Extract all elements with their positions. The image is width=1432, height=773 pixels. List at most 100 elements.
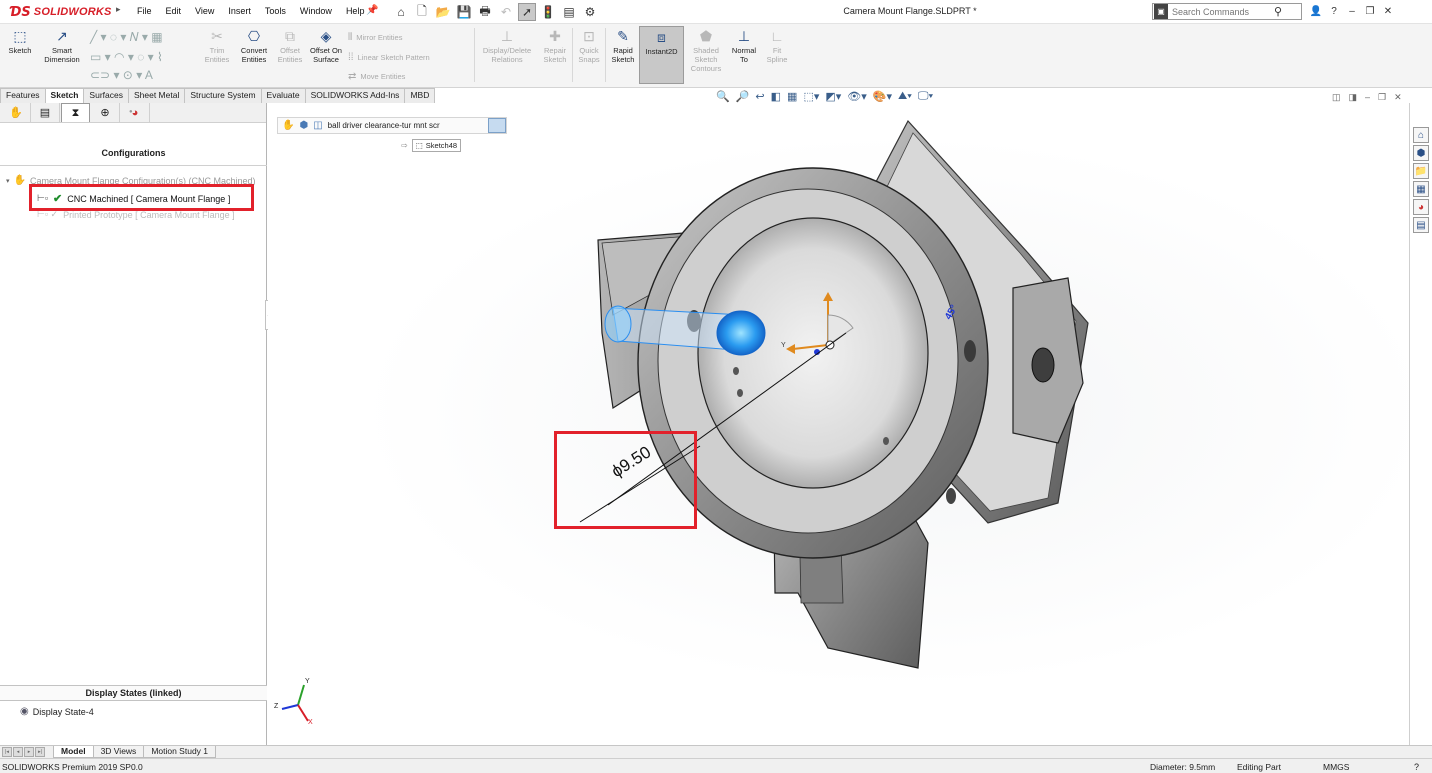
user-icon[interactable]: 👤 [1308,3,1324,19]
status-help-icon[interactable]: ? [1414,762,1419,772]
solidworks-logo[interactable]: ƊS SOLIDWORKS [10,4,112,20]
close-icon[interactable]: ✕ [1380,3,1396,19]
zoom-to-area-icon[interactable]: 🔎 [736,90,750,103]
tab-mbd[interactable]: MBD [404,88,436,103]
search-scope-icon[interactable]: ▣ [1154,4,1168,19]
last-tab-icon[interactable]: ▸| [35,747,45,757]
display-delete-relations-button[interactable]: ⊥ Display/Delete Relations [478,26,536,65]
tab-3d-views[interactable]: 3D Views [92,746,145,758]
logo-menu-arrow-icon[interactable]: ▸ [116,4,121,15]
tab-solidworks-add-ins[interactable]: SOLIDWORKS Add-Ins [304,88,406,103]
file-explorer-icon[interactable]: 📁 [1413,163,1429,179]
tile-left-icon[interactable]: ◫ [1332,92,1341,103]
normal-to-button[interactable]: ⊥ Normal To [728,26,760,65]
part-icon[interactable]: ✋ [282,120,294,131]
options-gear-icon[interactable]: ⚙ [581,3,599,21]
rectangle-icon[interactable]: ▭ ▾ ◠ ▾ ◌ ▾ ⌇ [90,50,163,64]
search-input[interactable] [1172,6,1272,17]
pin-menu-icon[interactable]: 📌 [366,5,378,16]
tab-sheet-metal[interactable]: Sheet Metal [127,88,186,103]
tab-sketch[interactable]: Sketch [44,88,85,103]
rebuild-traffic-light-icon[interactable]: 🚦 [539,3,557,21]
graphics-area[interactable]: ✋ ⬢ ◫ ball driver clearance-tur mnt scr … [268,103,1409,745]
help-icon[interactable]: ? [1326,3,1342,19]
viewport-close-icon[interactable]: ✕ [1394,92,1402,103]
undo-icon[interactable]: ↶ [497,3,515,21]
minimize-icon[interactable]: – [1344,3,1360,19]
tab-surfaces[interactable]: Surfaces [83,88,129,103]
body-icon[interactable]: ⬢ [299,120,308,131]
linear-sketch-pattern-button[interactable]: ⁞⁞ Linear Sketch Pattern [348,52,430,63]
line-icon[interactable]: ╱ ▾ ◌ ▾ 𝑁 ▾ ▦ [90,30,163,45]
repair-sketch-button[interactable]: ✚ Repair Sketch [538,26,572,65]
fit-spline-button[interactable]: ∟ Fit Spline [762,26,792,65]
move-entities-button[interactable]: ⇄ Move Entities [348,71,405,82]
view-settings-icon[interactable]: 🖵▾ [918,90,933,103]
offset-on-surface-button[interactable]: ◈ Offset On Surface [308,26,344,65]
dimxpert-manager-tab[interactable]: ⊕ [91,103,120,122]
collapse-toggle-icon[interactable]: ▾ [6,177,10,185]
edit-appearance-icon[interactable]: 🎨▾ [873,90,892,103]
breadcrumb-feature[interactable]: ball driver clearance-tur mnt scr [328,121,440,130]
view-palette-icon[interactable]: ▦ [1413,181,1429,197]
trim-entities-button[interactable]: ✂ Trim Entities [200,26,234,65]
tab-motion-study-1[interactable]: Motion Study 1 [143,746,217,758]
dynamic-annotation-icon[interactable]: ▦ [787,90,797,103]
print-icon[interactable]: 🖶 [476,3,494,21]
sketch48-crumb[interactable]: ⬚ Sketch48 [411,139,462,152]
next-tab-icon[interactable]: ▸ [24,747,34,757]
tab-features[interactable]: Features [0,88,46,103]
select-pointer-icon[interactable]: ➚ [518,3,536,21]
display-style-icon[interactable]: ◩▾ [825,90,841,103]
convert-entities-button[interactable]: ⎔ Convert Entities [236,26,272,65]
restore-icon[interactable]: ❐ [1362,3,1378,19]
apply-scene-icon[interactable]: ⛰▾ [898,90,912,103]
slot-icon[interactable]: ⊂⊃ ▾ ⊙ ▾ A [90,68,153,82]
open-document-icon[interactable]: 📂 [434,3,452,21]
section-view-icon[interactable]: ◧ [771,90,781,103]
prev-tab-icon[interactable]: ◂ [13,747,23,757]
cut-feature-icon[interactable]: ◫ [313,120,322,131]
home-icon[interactable]: ⌂ [392,3,410,21]
file-properties-icon[interactable]: ▤ [560,3,578,21]
smart-dimension-button[interactable]: ↗ Smart Dimension [40,26,84,65]
configuration-manager-tab[interactable]: ⧗ [61,103,90,122]
menu-file[interactable]: File [130,6,159,16]
tile-right-icon[interactable]: ◨ [1349,92,1358,103]
previous-view-icon[interactable]: ↩ [755,90,764,103]
view-orientation-icon[interactable]: ⬚▾ [803,90,819,103]
panel-splitter-dot[interactable]: ● [129,109,133,115]
property-manager-tab[interactable]: ▤ [31,103,60,122]
search-commands[interactable]: ▣ ⚲ [1152,3,1302,20]
appearances-scenes-icon[interactable]: ◕ [1413,199,1429,215]
status-units[interactable]: MMGS [1323,762,1349,772]
viewport-restore-icon[interactable]: ❐ [1378,92,1386,103]
design-library-icon[interactable]: ⬢ [1413,145,1429,161]
menu-window[interactable]: Window [293,6,339,16]
tab-model[interactable]: Model [53,746,94,758]
custom-properties-icon[interactable]: ▤ [1413,217,1429,233]
new-document-icon[interactable]: 🗋 [413,3,431,21]
shaded-sketch-contours-button[interactable]: ⬟ Shaded Sketch Contours [686,26,726,74]
tab-structure-system[interactable]: Structure System [184,88,262,103]
tab-evaluate[interactable]: Evaluate [260,88,306,103]
menu-tools[interactable]: Tools [258,6,293,16]
display-manager-tab[interactable]: ◕ [121,103,150,122]
camera-mount-flange-model[interactable] [268,103,1409,745]
save-icon[interactable]: 💾 [455,3,473,21]
menu-edit[interactable]: Edit [159,6,189,16]
first-tab-icon[interactable]: |◂ [2,747,12,757]
menu-insert[interactable]: Insert [221,6,258,16]
feature-manager-tab[interactable]: ✋ [2,103,31,122]
quick-snaps-button[interactable]: ⊡ Quick Snaps [574,26,604,65]
viewport-minimize-icon[interactable]: – [1365,92,1370,103]
solidworks-resources-icon[interactable]: ⌂ [1413,127,1429,143]
display-state-item[interactable]: ◉ Display State-4 [20,706,94,717]
rapid-sketch-button[interactable]: ✎ Rapid Sketch [607,26,639,65]
breadcrumb-end-icon[interactable] [488,118,506,133]
instant2d-button[interactable]: ⧈ Instant2D [639,26,684,84]
offset-entities-button[interactable]: ⧉ Offset Entities [274,26,306,65]
sketch-button[interactable]: ⬚ Sketch [4,26,36,56]
search-icon[interactable]: ⚲ [1274,5,1282,18]
mirror-entities-button[interactable]: ⫴ Mirror Entities [348,32,402,43]
